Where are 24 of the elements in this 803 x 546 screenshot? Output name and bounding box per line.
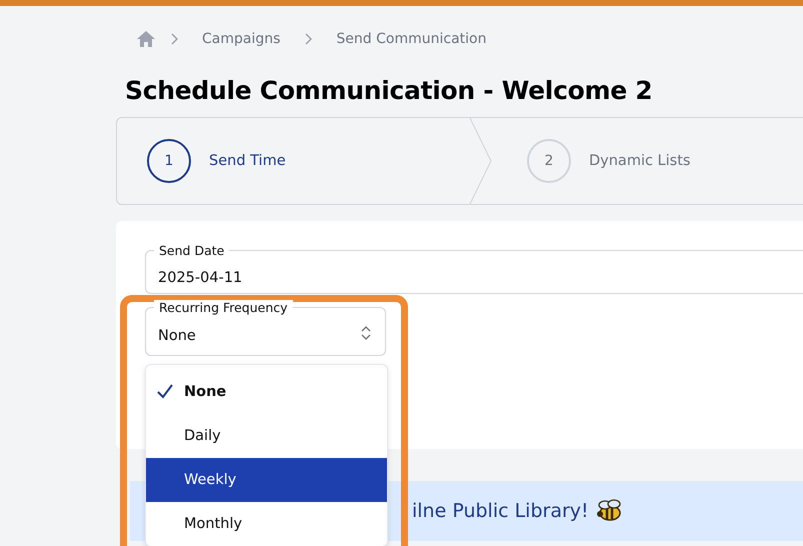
home-icon[interactable]	[136, 30, 156, 48]
bee-icon	[594, 499, 623, 523]
frequency-select[interactable]: Recurring Frequency None	[145, 300, 386, 356]
breadcrumb-link[interactable]: Send Communication	[336, 31, 486, 47]
updown-icon	[360, 324, 372, 342]
step-tab[interactable]: 2 Dynamic Lists	[493, 118, 690, 204]
dropdown-option[interactable]: None	[146, 370, 387, 414]
field-label: Send Date	[154, 243, 230, 258]
field-value: None	[158, 328, 196, 344]
date-field[interactable]: Send Date 2025-04-11	[145, 243, 803, 294]
banner-text: ilne Public Library!	[412, 500, 589, 522]
step-tab[interactable]: 1 Send Time	[117, 118, 469, 204]
step-number: 1	[147, 139, 191, 183]
dropdown-option[interactable]: Monthly	[146, 502, 387, 546]
dropdown-option[interactable]: Weekly	[146, 458, 387, 502]
check-icon	[156, 383, 174, 399]
field-value: 2025-04-11	[158, 270, 242, 286]
breadcrumb-link[interactable]: Campaigns	[202, 31, 280, 47]
chevron-icon	[304, 33, 312, 45]
field-label: Recurring Frequency	[154, 300, 293, 315]
page-title: Schedule Communication - Welcome 2	[125, 76, 654, 105]
dropdown-option[interactable]: Daily	[146, 414, 387, 458]
step-number: 2	[527, 139, 571, 183]
chevron-icon	[170, 33, 178, 45]
